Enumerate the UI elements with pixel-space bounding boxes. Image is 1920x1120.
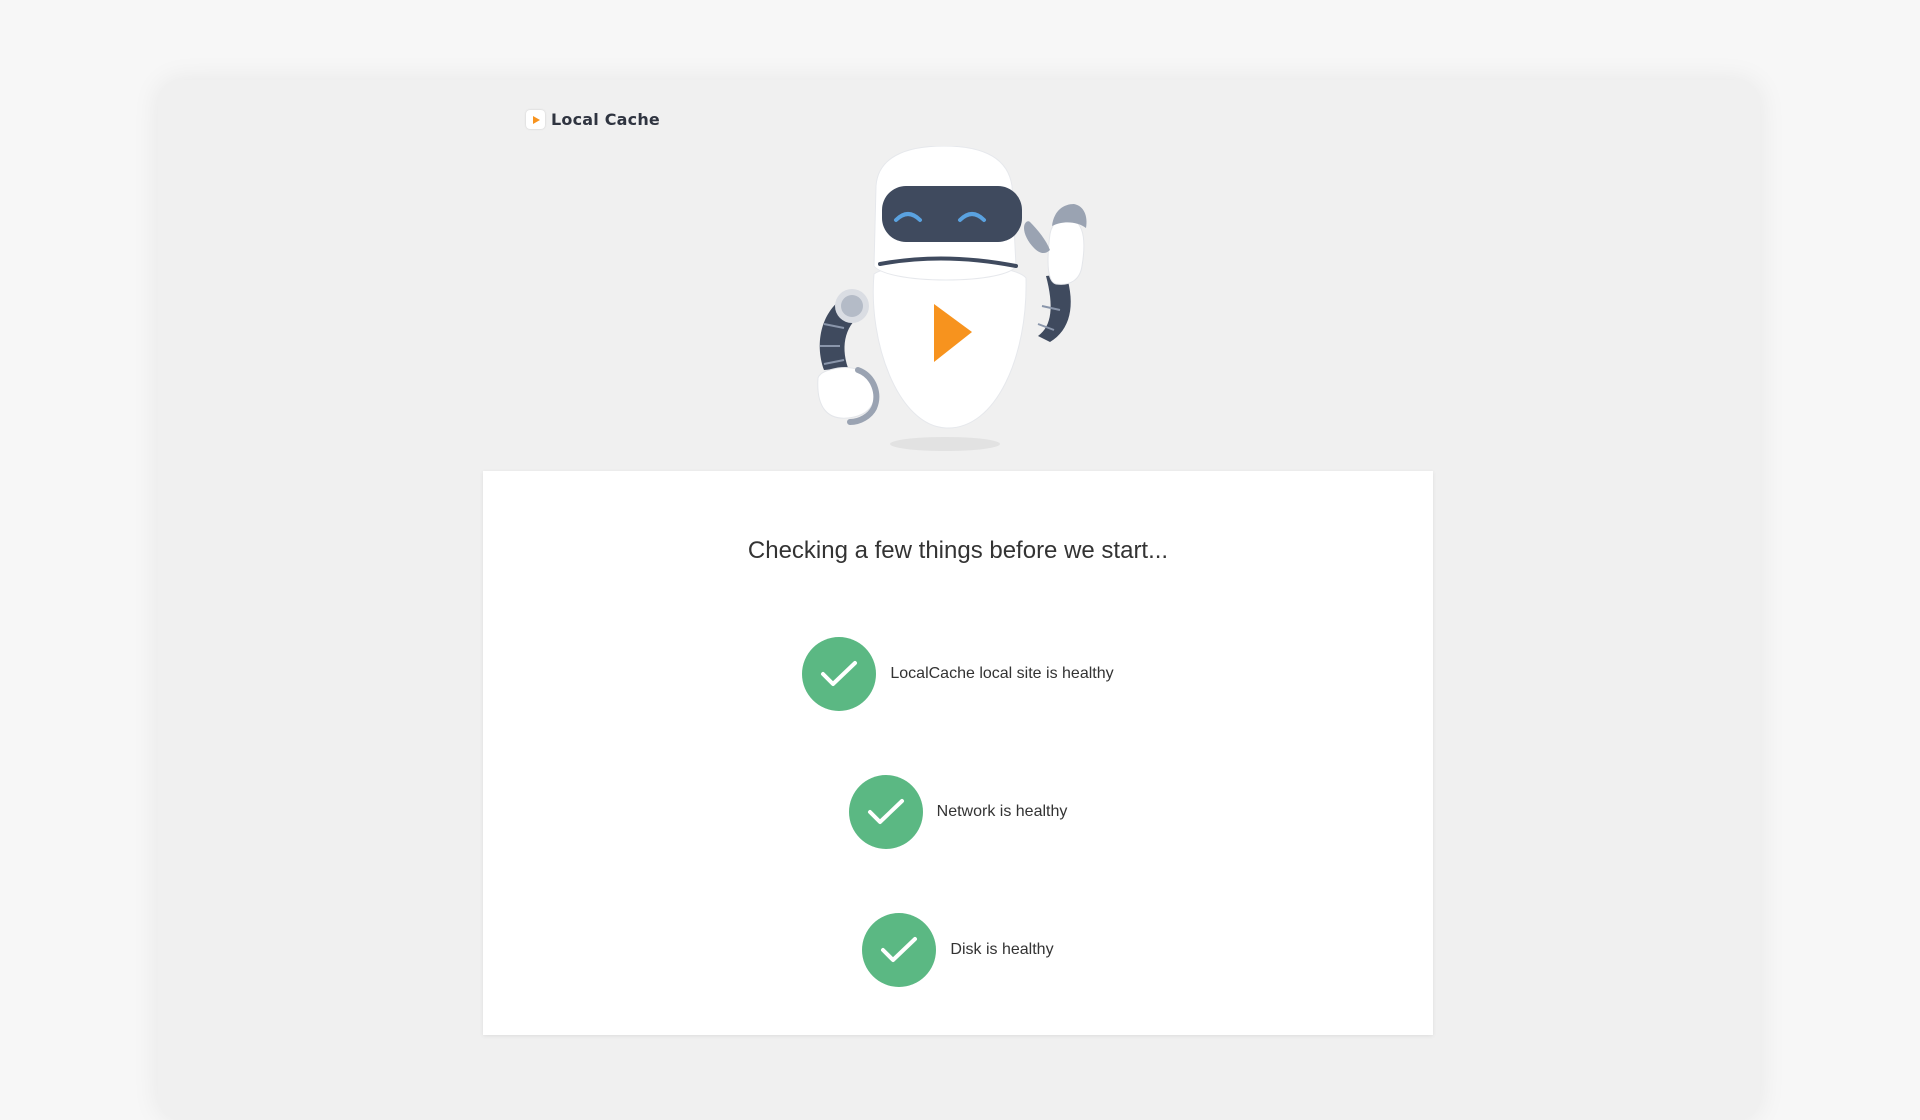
check-icon	[802, 637, 877, 711]
check-item-disk: Disk is healthy	[862, 913, 1054, 987]
check-label: LocalCache local site is healthy	[890, 665, 1114, 682]
health-checks-list: LocalCache local site is healthy Network…	[483, 637, 1433, 987]
check-label: Network is healthy	[936, 803, 1068, 820]
robot-mascot-icon	[798, 145, 1128, 456]
check-item-localcache: LocalCache local site is healthy	[802, 637, 1114, 711]
status-card: Checking a few things before we start...…	[483, 471, 1433, 1035]
status-title: Checking a few things before we start...	[747, 537, 1169, 564]
check-icon	[848, 775, 923, 849]
check-item-network: Network is healthy	[848, 775, 1068, 849]
app-brand: Local Cache	[526, 110, 660, 129]
check-icon	[862, 913, 937, 987]
app-name: Local Cache	[551, 110, 660, 129]
check-label: Disk is healthy	[950, 941, 1054, 958]
play-logo-icon	[526, 110, 545, 129]
